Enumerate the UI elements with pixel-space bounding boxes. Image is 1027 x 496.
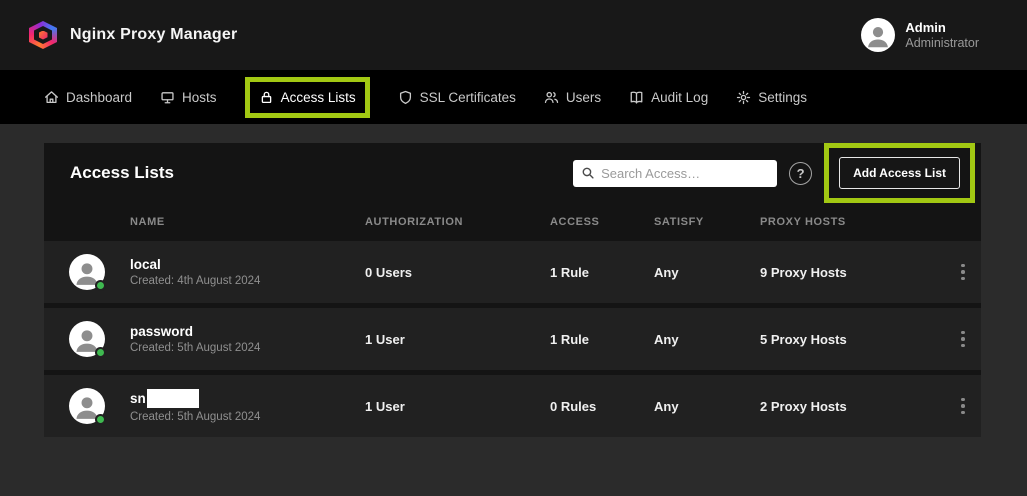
name-cell: password Created: 5th August 2024: [130, 324, 365, 354]
row-menu-icon[interactable]: [945, 394, 981, 419]
search-input[interactable]: [601, 166, 769, 181]
created-date: Created: 5th August 2024: [130, 342, 365, 354]
row-avatar-cell: [44, 254, 130, 290]
proxy-hosts-value: 9 Proxy Hosts: [760, 265, 945, 280]
access-list-name: local: [130, 257, 365, 272]
monitor-icon: [160, 90, 175, 105]
status-dot: [95, 280, 106, 291]
main-nav: Dashboard Hosts Access Lists SSL Certifi…: [0, 70, 1027, 124]
help-icon[interactable]: ?: [789, 162, 812, 185]
redaction-box: [147, 389, 199, 408]
table-row[interactable]: sn Created: 5th August 2024 1 User 0 Rul…: [44, 375, 981, 437]
annotation-highlight-access-lists: Access Lists: [245, 77, 370, 118]
column-satisfy: SATISFY: [654, 216, 760, 228]
status-dot: [95, 414, 106, 425]
satisfy-value: Any: [654, 265, 760, 280]
nav-settings[interactable]: Settings: [736, 90, 807, 105]
nav-label: Users: [566, 90, 601, 105]
created-date: Created: 5th August 2024: [130, 411, 365, 423]
nav-ssl-certificates[interactable]: SSL Certificates: [398, 90, 516, 105]
nav-access-lists[interactable]: Access Lists: [259, 90, 356, 105]
nav-label: Access Lists: [281, 90, 356, 105]
user-name: Admin: [905, 20, 979, 36]
row-avatar-cell: [44, 321, 130, 357]
app-logo-icon: [28, 20, 58, 50]
search-icon: [581, 166, 595, 180]
access-lists-card: Access Lists ? Add Access List NAME AUTH…: [44, 143, 981, 437]
nav-label: Hosts: [182, 90, 217, 105]
row-menu-icon[interactable]: [945, 260, 981, 285]
proxy-hosts-value: 2 Proxy Hosts: [760, 399, 945, 414]
name-cell: sn Created: 5th August 2024: [130, 389, 365, 423]
nav-label: Audit Log: [651, 90, 708, 105]
authorization-value: 1 User: [365, 332, 550, 347]
card-header: Access Lists ? Add Access List: [44, 143, 981, 203]
user-menu[interactable]: Admin Administrator: [861, 18, 979, 52]
table-header: NAME AUTHORIZATION ACCESS SATISFY PROXY …: [44, 203, 981, 241]
app-root: Nginx Proxy Manager Admin Administrator …: [0, 0, 1027, 496]
nav-users[interactable]: Users: [544, 90, 601, 105]
nav-label: Dashboard: [66, 90, 132, 105]
row-avatar-icon: [69, 321, 105, 357]
row-avatar-cell: [44, 388, 130, 424]
name-cell: local Created: 4th August 2024: [130, 257, 365, 287]
book-icon: [629, 90, 644, 105]
nav-dashboard[interactable]: Dashboard: [44, 90, 132, 105]
user-info: Admin Administrator: [905, 18, 979, 52]
nav-label: SSL Certificates: [420, 90, 516, 105]
table-row[interactable]: local Created: 4th August 2024 0 Users 1…: [44, 241, 981, 303]
column-authorization: AUTHORIZATION: [365, 216, 550, 228]
nav-hosts[interactable]: Hosts: [160, 90, 217, 105]
user-role: Administrator: [905, 36, 979, 52]
nav-label: Settings: [758, 90, 807, 105]
created-date: Created: 4th August 2024: [130, 275, 365, 287]
page-title: Access Lists: [70, 163, 174, 183]
home-icon: [44, 90, 59, 105]
row-avatar-icon: [69, 388, 105, 424]
authorization-value: 0 Users: [365, 265, 550, 280]
users-icon: [544, 90, 559, 105]
app-title: Nginx Proxy Manager: [70, 26, 237, 44]
row-avatar-icon: [69, 254, 105, 290]
authorization-value: 1 User: [365, 399, 550, 414]
user-avatar-icon: [861, 18, 895, 52]
column-name: NAME: [130, 216, 365, 228]
shield-icon: [398, 90, 413, 105]
brand[interactable]: Nginx Proxy Manager: [28, 20, 237, 50]
satisfy-value: Any: [654, 399, 760, 414]
card-header-actions: ? Add Access List: [573, 143, 975, 203]
search-box: [573, 160, 777, 187]
column-access: ACCESS: [550, 216, 654, 228]
add-access-list-button[interactable]: Add Access List: [839, 157, 960, 189]
access-list-name: password: [130, 324, 365, 339]
access-list-name: sn: [130, 389, 365, 408]
row-menu-icon[interactable]: [945, 327, 981, 352]
annotation-highlight-add-button: Add Access List: [824, 143, 975, 203]
access-value: 1 Rule: [550, 265, 654, 280]
lock-icon: [259, 90, 274, 105]
proxy-hosts-value: 5 Proxy Hosts: [760, 332, 945, 347]
table-row[interactable]: password Created: 5th August 2024 1 User…: [44, 308, 981, 370]
table-body: local Created: 4th August 2024 0 Users 1…: [44, 241, 981, 437]
column-proxy-hosts: PROXY HOSTS: [760, 216, 945, 228]
satisfy-value: Any: [654, 332, 760, 347]
nav-audit-log[interactable]: Audit Log: [629, 90, 708, 105]
top-header: Nginx Proxy Manager Admin Administrator: [0, 0, 1027, 70]
gear-icon: [736, 90, 751, 105]
status-dot: [95, 347, 106, 358]
content-area: Access Lists ? Add Access List NAME AUTH…: [0, 124, 1027, 496]
access-value: 1 Rule: [550, 332, 654, 347]
access-value: 0 Rules: [550, 399, 654, 414]
